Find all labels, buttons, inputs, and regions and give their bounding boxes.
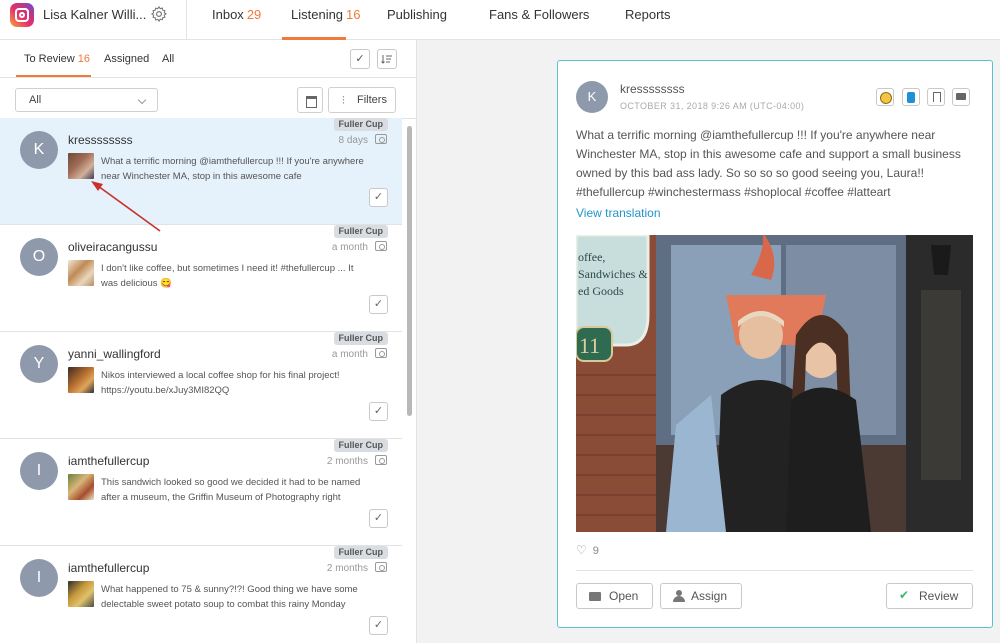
review-button[interactable]: ✔ Review — [886, 583, 973, 609]
item-time: 2 months — [326, 563, 368, 574]
post-thumbnail[interactable] — [68, 367, 94, 393]
item-time: 2 months — [326, 456, 368, 467]
assign-button[interactable]: Assign — [660, 583, 742, 609]
camera-icon — [375, 562, 387, 572]
item-text: What a terrific morning @iamthefullercup… — [101, 156, 364, 182]
subtab-assigned[interactable]: Assigned — [104, 53, 149, 65]
post-thumbnail[interactable] — [68, 581, 94, 607]
post-thumbnail[interactable] — [68, 260, 94, 286]
list-item[interactable]: I iamthefullercup What happened to 75 & … — [0, 546, 402, 643]
item-username[interactable]: iamthefullercup — [68, 561, 149, 575]
list-scrollbar-thumb[interactable] — [407, 126, 412, 416]
person-icon — [673, 590, 685, 602]
top-navigation: Lisa Kalner Willi... Inbox 29 Listening 16… — [0, 0, 1000, 40]
avatar: K — [20, 131, 58, 169]
keyword-badge: Fuller Cup — [333, 332, 388, 345]
item-time: a month — [331, 242, 368, 253]
subtab-all[interactable]: All — [162, 53, 174, 65]
calendar-button[interactable] — [297, 87, 323, 113]
sort-icon — [381, 55, 392, 64]
list-item[interactable]: O oliveiracangussu I don't like coffee, … — [0, 225, 402, 332]
account-name[interactable]: Lisa Kalner Willi... — [43, 7, 146, 22]
cafe-photo: offee, Sandwiches & ed Goods 11 — [576, 235, 973, 532]
tab-publishing[interactable]: Publishing — [387, 7, 447, 22]
item-time: a month — [331, 349, 368, 360]
post-photo[interactable]: offee, Sandwiches & ed Goods 11 — [576, 235, 973, 532]
post-detail-card: K kressssssss OCTOBER 31, 2018 9:26 AM (… — [557, 60, 993, 628]
tab-listening[interactable]: Listening 16 — [291, 7, 361, 22]
chevron-down-icon — [137, 95, 147, 105]
open-button[interactable]: Open — [576, 583, 653, 609]
review-check-button[interactable]: ✓ — [369, 188, 388, 207]
nav-divider — [186, 0, 187, 39]
keyword-badge: Fuller Cup — [333, 546, 388, 559]
avatar: I — [20, 452, 58, 490]
bookmark-icon[interactable] — [927, 88, 945, 106]
item-username[interactable]: kressssssss — [68, 133, 133, 147]
view-translation-link[interactable]: View translation — [576, 206, 661, 220]
instagram-logo-icon — [10, 3, 34, 27]
svg-text:offee,: offee, — [578, 250, 605, 264]
post-author[interactable]: kressssssss — [620, 82, 685, 96]
tab-inbox[interactable]: Inbox 29 — [212, 7, 261, 22]
review-check-button[interactable]: ✓ — [369, 402, 388, 421]
camera-icon — [375, 241, 387, 251]
avatar: O — [20, 238, 58, 276]
item-text: Nikos interviewed a local coffee shop fo… — [101, 370, 340, 396]
avatar: K — [576, 81, 608, 113]
item-text: This sandwich looked so good we decided … — [101, 477, 361, 503]
heart-icon: ♡ — [576, 543, 587, 557]
camera-icon — [375, 134, 387, 144]
tab-fans-followers[interactable]: Fans & Followers — [489, 7, 589, 22]
keyword-badge: Fuller Cup — [333, 439, 388, 452]
camera-icon — [375, 455, 387, 465]
tab-reports[interactable]: Reports — [625, 7, 671, 22]
review-check-button[interactable]: ✓ — [369, 295, 388, 314]
checkmark-icon: ✔ — [899, 588, 910, 602]
item-username[interactable]: iamthefullercup — [68, 454, 149, 468]
post-thumbnail[interactable] — [68, 153, 94, 179]
review-list-panel: To Review 16 Assigned All ✓ All ⫶ Filters… — [0, 40, 417, 643]
list-item[interactable]: I iamthefullercup This sandwich looked s… — [0, 439, 402, 546]
item-time: 8 days — [338, 135, 368, 146]
list-item[interactable]: Y yanni_wallingford Nikos interviewed a … — [0, 332, 402, 439]
sort-list-button[interactable] — [377, 49, 397, 69]
comment-icon — [589, 592, 601, 601]
camera-icon — [375, 348, 387, 358]
filters-button[interactable]: ⫶ Filters — [328, 87, 396, 113]
network-select[interactable]: All — [15, 88, 158, 112]
subtab-to-review[interactable]: To Review 16 — [24, 53, 90, 65]
avatar: I — [20, 559, 58, 597]
review-check-button[interactable]: ✓ — [369, 509, 388, 528]
svg-text:11: 11 — [579, 333, 600, 358]
post-date: OCTOBER 31, 2018 9:26 AM (UTC-04:00) — [620, 101, 805, 111]
priority-icon[interactable] — [902, 88, 920, 106]
avatar: Y — [20, 345, 58, 383]
post-thumbnail[interactable] — [68, 474, 94, 500]
sentiment-icon[interactable] — [876, 88, 894, 106]
item-text: I don't like coffee, but sometimes I nee… — [101, 263, 354, 289]
keyword-badge: Fuller Cup — [333, 225, 388, 238]
keyword-badge: Fuller Cup — [333, 118, 388, 131]
item-text: What happened to 75 & sunny?!?! Good thi… — [101, 584, 358, 610]
review-check-button[interactable]: ✓ — [369, 616, 388, 635]
item-username[interactable]: yanni_wallingford — [68, 347, 161, 361]
filter-sliders-icon: ⫶ — [342, 95, 345, 107]
reply-icon[interactable] — [952, 88, 970, 106]
gear-icon[interactable] — [150, 5, 168, 23]
svg-text:ed Goods: ed Goods — [578, 284, 624, 298]
list-item[interactable]: K kressssssss What a terrific morning @i… — [0, 118, 402, 225]
likes-count[interactable]: ♡ 9 — [576, 543, 599, 557]
item-username[interactable]: oliveiracangussu — [68, 240, 157, 254]
post-body: What a terrific morning @iamthefullercup… — [576, 128, 961, 199]
svg-text:Sandwiches &: Sandwiches & — [578, 267, 648, 281]
select-all-check-button[interactable]: ✓ — [350, 49, 370, 69]
